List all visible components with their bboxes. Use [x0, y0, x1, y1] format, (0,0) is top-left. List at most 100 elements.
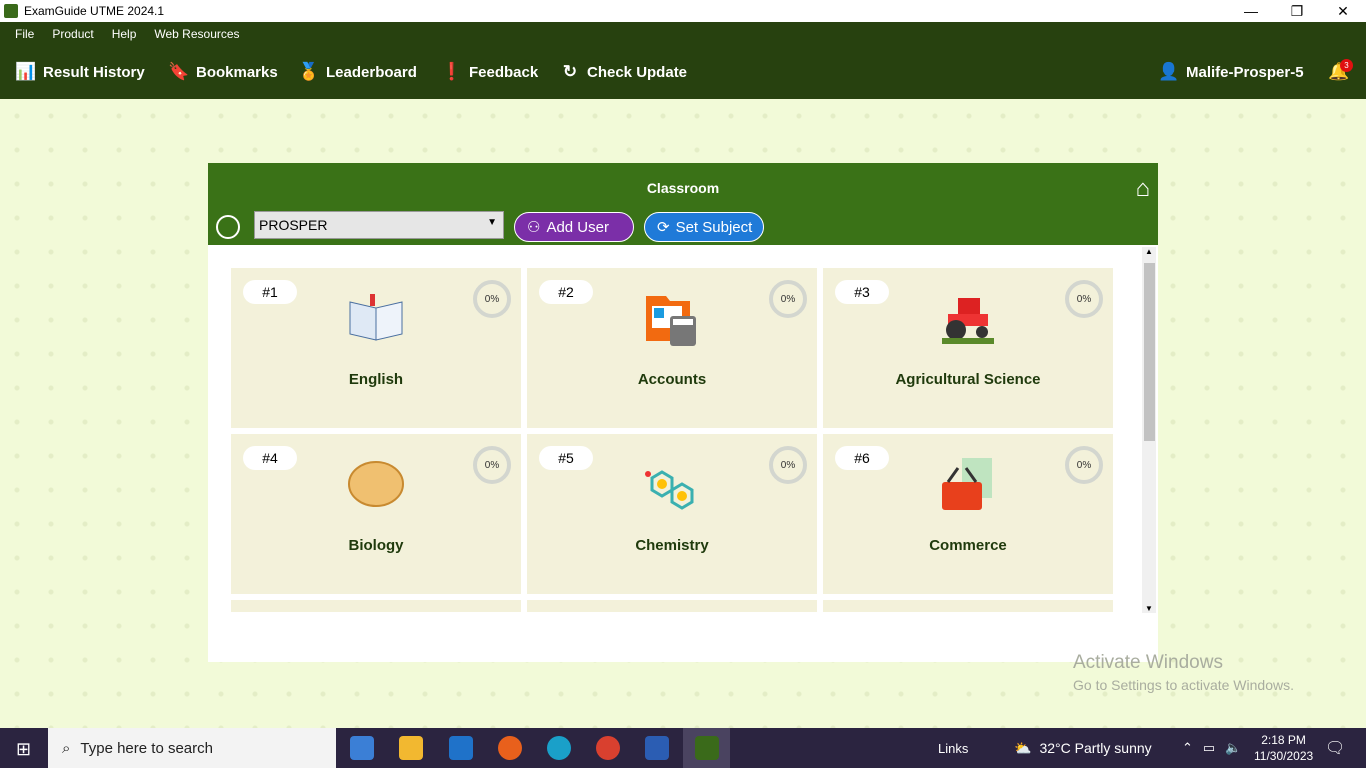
- subject-name: English: [348, 371, 404, 388]
- bookmarks-label: Bookmarks: [196, 63, 278, 81]
- menu-web-resources[interactable]: Web Resources: [154, 27, 239, 41]
- subject-card[interactable]: #1 0% English: [231, 268, 521, 428]
- menu-product[interactable]: Product: [52, 27, 93, 41]
- taskbar-search[interactable]: ⌕ Type here to search: [48, 728, 336, 768]
- subject-number: #4: [243, 446, 297, 470]
- weather-text: 32°C Partly sunny: [1039, 740, 1152, 756]
- subject-icon: [642, 454, 702, 514]
- subject-name: Agricultural Science: [895, 371, 1041, 388]
- window-title: ExamGuide UTME 2024.1: [24, 4, 165, 18]
- add-user-icon: ⚇: [527, 219, 541, 236]
- weather-widget[interactable]: ⛅ 32°C Partly sunny: [1014, 728, 1152, 768]
- subject-card-partial[interactable]: [231, 600, 521, 612]
- subject-grid: #1 0% English #2 0% Accounts #3 0% Agricul…: [231, 268, 1121, 612]
- action-center-icon[interactable]: 🗨: [1325, 728, 1345, 768]
- store-icon[interactable]: [350, 736, 374, 760]
- chevron-up-icon[interactable]: ⌃: [1182, 740, 1193, 756]
- progress-ring: 0%: [1065, 280, 1103, 318]
- classroom-panel: Classroom ⌂ PROSPER ▼ ⚇ Add User ⟳ Set Subj…: [208, 163, 1158, 662]
- notification-badge: 3: [1340, 59, 1353, 72]
- windows-start-icon[interactable]: ⊞: [16, 739, 31, 760]
- search-icon: ⌕: [62, 739, 71, 757]
- subject-icon: [346, 454, 406, 514]
- set-subject-button[interactable]: ⟳ Set Subject: [644, 212, 764, 242]
- subject-card-partial[interactable]: [527, 600, 817, 612]
- subject-name: Biology: [348, 537, 404, 554]
- user-circle-icon: [216, 215, 240, 239]
- subject-icon: [938, 288, 998, 348]
- activate-windows-watermark: Activate Windows Go to Settings to activ…: [1073, 652, 1294, 693]
- result-history-label: Result History: [43, 63, 145, 81]
- chevron-down-icon: ▼: [487, 217, 497, 228]
- user-name: Malife-Prosper-5: [1186, 63, 1304, 81]
- progress-ring: 0%: [769, 280, 807, 318]
- close-button[interactable]: ✕: [1320, 0, 1366, 22]
- user-menu[interactable]: 👤 Malife-Prosper-5: [1158, 61, 1304, 83]
- system-tray: ⌃ ▭ 🔈: [1182, 728, 1241, 768]
- subject-card[interactable]: #2 0% Accounts: [527, 268, 817, 428]
- subject-card[interactable]: #3 0% Agricultural Science: [823, 268, 1113, 428]
- volume-icon[interactable]: 🔈: [1225, 740, 1241, 756]
- subject-card[interactable]: #4 0% Biology: [231, 434, 521, 594]
- restore-button[interactable]: ❐: [1274, 0, 1320, 22]
- subject-card[interactable]: #5 0% Chemistry: [527, 434, 817, 594]
- user-select-value: PROSPER: [259, 217, 328, 233]
- podium-icon: 🏅: [298, 62, 320, 81]
- home-icon[interactable]: ⌂: [1136, 175, 1151, 203]
- scrollbar[interactable]: ▲ ▼: [1142, 247, 1156, 613]
- add-user-button[interactable]: ⚇ Add User: [514, 212, 634, 242]
- add-user-label: Add User: [546, 218, 609, 236]
- scroll-up-icon[interactable]: ▲: [1142, 247, 1156, 256]
- clock[interactable]: 2:18 PM 11/30/2023: [1254, 732, 1313, 764]
- leaderboard-label: Leaderboard: [326, 63, 417, 81]
- refresh-icon: ↻: [562, 62, 578, 81]
- title-bar: ExamGuide UTME 2024.1 — ❐ ✕: [0, 0, 1366, 22]
- taskbar: ⊞ ⌕ Type here to search Links ⛅ 32°C Partl…: [0, 728, 1366, 768]
- subject-name: Commerce: [929, 537, 1007, 554]
- minimize-button[interactable]: —: [1228, 0, 1274, 22]
- set-subject-label: Set Subject: [675, 218, 753, 236]
- check-update-button[interactable]: ↻ Check Update: [559, 61, 687, 83]
- scrollbar-thumb[interactable]: [1144, 263, 1155, 441]
- progress-ring: 0%: [473, 446, 511, 484]
- scroll-down-icon[interactable]: ▼: [1142, 604, 1156, 613]
- clock-time: 2:18 PM: [1261, 733, 1306, 747]
- user-select[interactable]: PROSPER ▼: [254, 211, 504, 239]
- menu-file[interactable]: File: [15, 27, 34, 41]
- battery-icon[interactable]: ▭: [1203, 740, 1215, 756]
- check-update-label: Check Update: [587, 63, 688, 81]
- subject-name: Accounts: [637, 371, 707, 388]
- mail-icon[interactable]: [449, 736, 473, 760]
- examguide-taskbar-button[interactable]: [683, 728, 730, 768]
- links-toolbar[interactable]: Links: [938, 728, 968, 768]
- menu-bar: File Product Help Web Resources: [0, 22, 1366, 46]
- toolbar: 📊 Result History 🔖 Bookmarks 🏅 Leaderboard …: [0, 46, 1366, 99]
- subject-icon: [938, 454, 998, 514]
- subject-icon: [346, 288, 406, 348]
- subject-number: #5: [539, 446, 593, 470]
- clock-date: 11/30/2023: [1254, 749, 1314, 763]
- classroom-title: Classroom: [646, 180, 720, 196]
- subject-icon: [642, 288, 702, 348]
- firefox-icon[interactable]: [498, 736, 522, 760]
- chrome-icon[interactable]: [596, 736, 620, 760]
- menu-help[interactable]: Help: [112, 27, 137, 41]
- feedback-button[interactable]: ❗ Feedback: [441, 61, 538, 83]
- edge-icon[interactable]: [547, 736, 571, 760]
- subject-number: #1: [243, 280, 297, 304]
- weather-icon: ⛅: [1014, 739, 1032, 756]
- search-placeholder: Type here to search: [80, 739, 213, 757]
- progress-ring: 0%: [473, 280, 511, 318]
- file-explorer-icon[interactable]: [399, 736, 423, 760]
- subject-card-partial[interactable]: [823, 600, 1113, 612]
- feedback-label: Feedback: [469, 63, 539, 81]
- subject-number: #2: [539, 280, 593, 304]
- sync-icon: ⟳: [657, 219, 670, 236]
- result-history-button[interactable]: 📊 Result History: [15, 61, 145, 83]
- subject-card[interactable]: #6 0% Commerce: [823, 434, 1113, 594]
- progress-ring: 0%: [1065, 446, 1103, 484]
- leaderboard-button[interactable]: 🏅 Leaderboard: [298, 61, 417, 83]
- word-icon[interactable]: [645, 736, 669, 760]
- bookmarks-button[interactable]: 🔖 Bookmarks: [168, 61, 278, 83]
- subject-number: #3: [835, 280, 889, 304]
